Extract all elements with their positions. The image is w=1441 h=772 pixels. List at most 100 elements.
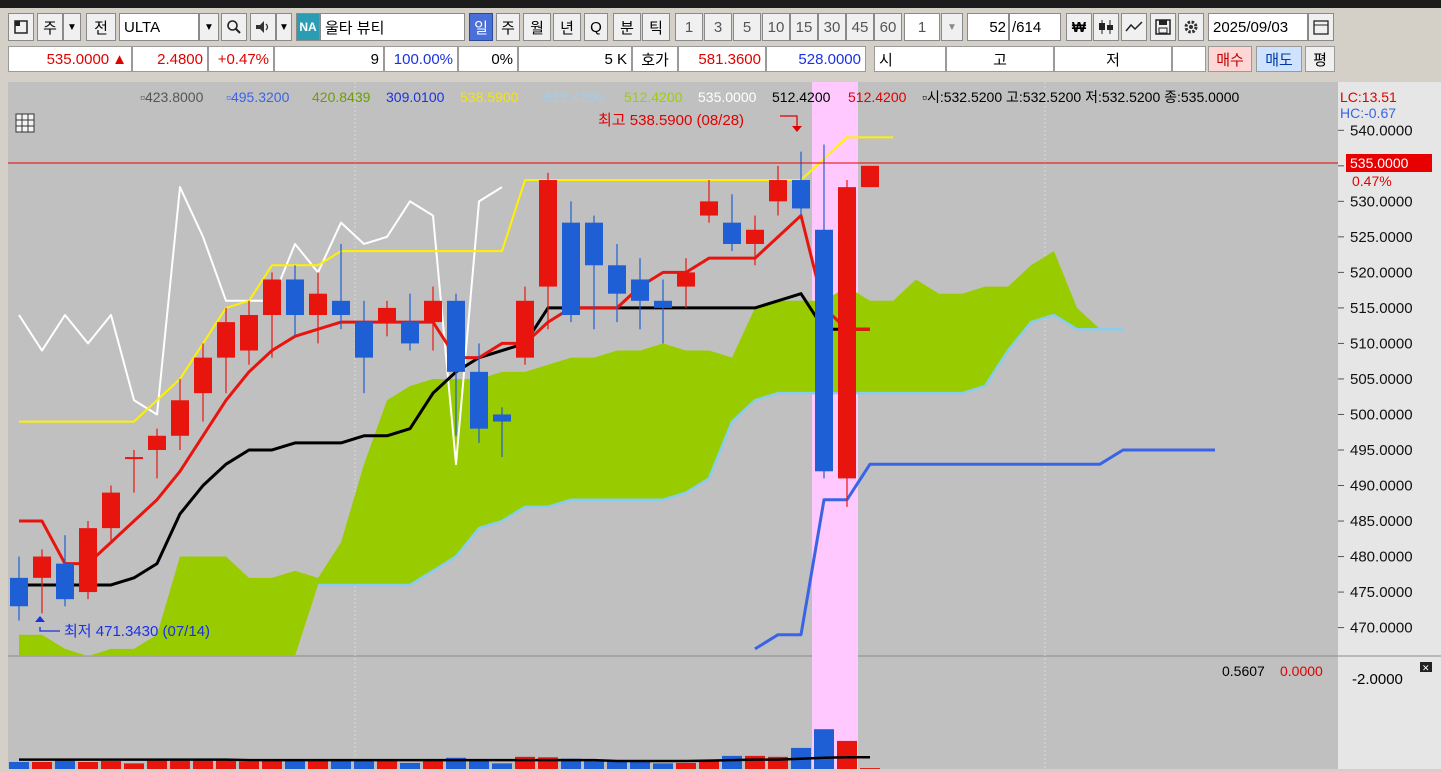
period-quarter[interactable]: Q <box>584 13 608 41</box>
candle-body <box>746 229 764 244</box>
up-arrow-icon: ▲ <box>112 50 127 68</box>
candle-body <box>516 300 534 358</box>
gear-icon[interactable] <box>1178 13 1204 41</box>
current-price-cell: 535.0000 ▲ <box>8 46 132 72</box>
y-tick-label: 490.0000 <box>1350 478 1413 495</box>
y-tick-label: 520.0000 <box>1350 264 1413 281</box>
pct-100: 100.00% <box>384 46 458 72</box>
interval-10[interactable]: 10 <box>762 13 790 41</box>
high-label: 고 <box>946 46 1054 72</box>
toolbar: 주 ▼ 전 ULTA ▼ ▼ NA 울타 뷰티 일 주 월 년 Q 분 틱 1 … <box>0 8 1441 44</box>
candle-body <box>355 322 373 358</box>
y-tick-label: 510.0000 <box>1350 335 1413 352</box>
candle-body <box>493 414 511 422</box>
legend-v8: 535.0000 <box>698 89 757 105</box>
legend-v7: 512.4200 <box>624 89 683 105</box>
save-icon[interactable] <box>1150 13 1176 41</box>
date-input[interactable]: 2025/09/03 <box>1208 13 1308 41</box>
interval-1[interactable]: 1 <box>675 13 703 41</box>
speaker-dropdown-icon[interactable]: ▼ <box>276 13 292 41</box>
candle-body <box>79 528 97 593</box>
candle-body <box>769 180 787 202</box>
y-tick-label: 485.0000 <box>1350 513 1413 530</box>
volume-bar <box>745 755 765 769</box>
candle-body <box>677 272 695 287</box>
y-tick-label: 530.0000 <box>1350 193 1413 210</box>
candle-body <box>861 165 879 188</box>
speaker-icon[interactable] <box>250 13 276 41</box>
interval-15[interactable]: 15 <box>790 13 818 41</box>
market-dropdown-icon[interactable]: ▼ <box>63 13 81 41</box>
grid-toggle-icon[interactable] <box>15 113 35 133</box>
period-year[interactable]: 년 <box>553 13 581 41</box>
search-icon[interactable] <box>221 13 247 41</box>
volume-bar <box>101 761 121 769</box>
period-month[interactable]: 월 <box>523 13 551 41</box>
volume-bar <box>492 763 512 769</box>
legend-v5: 538.5900 <box>460 89 519 105</box>
close-pane-icon[interactable]: ✕ <box>1420 662 1432 673</box>
volume-bar <box>78 761 98 769</box>
candle-settings-icon[interactable] <box>1093 13 1119 41</box>
candle-body <box>33 556 51 578</box>
legend-v3: 420.8439 <box>312 89 371 105</box>
period-tick[interactable]: 틱 <box>642 13 670 41</box>
volume-bar <box>216 760 236 769</box>
settings-gear-icon <box>1184 20 1198 34</box>
link-icon[interactable] <box>8 13 34 41</box>
y-tick-label: 475.0000 <box>1350 584 1413 601</box>
quantity: 5 K <box>518 46 632 72</box>
candle-body <box>654 300 672 308</box>
interval-45[interactable]: 45 <box>846 13 874 41</box>
candle-body <box>585 222 603 266</box>
count-total: /614 <box>1009 13 1061 41</box>
period-day[interactable]: 일 <box>469 13 493 41</box>
buy-button[interactable]: 매수 <box>1208 46 1252 72</box>
y-tick-label: 525.0000 <box>1350 229 1413 246</box>
window-link-icon <box>14 20 28 34</box>
volume-bar <box>377 760 397 769</box>
price-axis: 540.0000 535.0000 530.0000 525.0000 520.0000… <box>1338 122 1413 637</box>
y-tick-label: 515.0000 <box>1350 300 1413 317</box>
multiplier-dropdown-icon[interactable]: ▼ <box>941 13 963 41</box>
period-minute[interactable]: 분 <box>613 13 641 41</box>
interval-3[interactable]: 3 <box>704 13 732 41</box>
currency-won-icon[interactable]: ₩ <box>1066 13 1092 41</box>
quote-bar: 535.0000 ▲ 2.4800 +0.47% 9 100.00% 0% 5 … <box>0 44 1441 74</box>
candle-body <box>539 180 557 287</box>
legend-v2: ▫495.3200 <box>226 89 290 105</box>
symbol-input[interactable]: ULTA <box>119 13 199 41</box>
count-current-input[interactable]: 52 <box>967 13 1009 41</box>
prev-button[interactable]: 전 <box>86 13 116 41</box>
volume-bar <box>55 759 75 769</box>
market-button[interactable]: 주 <box>37 13 63 41</box>
avg-button[interactable]: 평 <box>1305 46 1335 72</box>
interval-30[interactable]: 30 <box>818 13 846 41</box>
y-tick-label: 470.0000 <box>1350 620 1413 637</box>
price-change: 2.4800 <box>132 46 208 72</box>
interval-5[interactable]: 5 <box>733 13 761 41</box>
chart-area: 540.0000 535.0000 530.0000 525.0000 520.0000… <box>0 76 1441 769</box>
last-pct-tag: 0.47% <box>1352 173 1392 189</box>
volume-bar <box>193 759 213 769</box>
pct-0: 0% <box>458 46 518 72</box>
legend-v1: ▫423.8000 <box>140 89 204 105</box>
low-annotation: 최저 471.3430 (07/14) <box>64 623 210 640</box>
volume-bar <box>515 756 535 769</box>
symbol-dropdown-icon[interactable]: ▼ <box>199 13 219 41</box>
period-week[interactable]: 주 <box>496 13 520 41</box>
volume-bar <box>653 763 673 769</box>
volume-bar <box>124 763 144 769</box>
candle-body <box>171 400 189 436</box>
trend-line-icon[interactable] <box>1121 13 1147 41</box>
multiplier-input[interactable]: 1 <box>904 13 940 41</box>
candle-body <box>217 322 235 358</box>
calendar-icon[interactable] <box>1308 13 1334 41</box>
volume-axis-label: -2.0000 <box>1352 671 1403 688</box>
candle-body <box>148 435 166 450</box>
low-label: 저 <box>1054 46 1172 72</box>
interval-60[interactable]: 60 <box>874 13 902 41</box>
sell-button[interactable]: 매도 <box>1256 46 1302 72</box>
price-change-pct: +0.47% <box>208 46 274 72</box>
price-chart[interactable]: 540.0000 535.0000 530.0000 525.0000 520.0000… <box>0 76 1441 769</box>
